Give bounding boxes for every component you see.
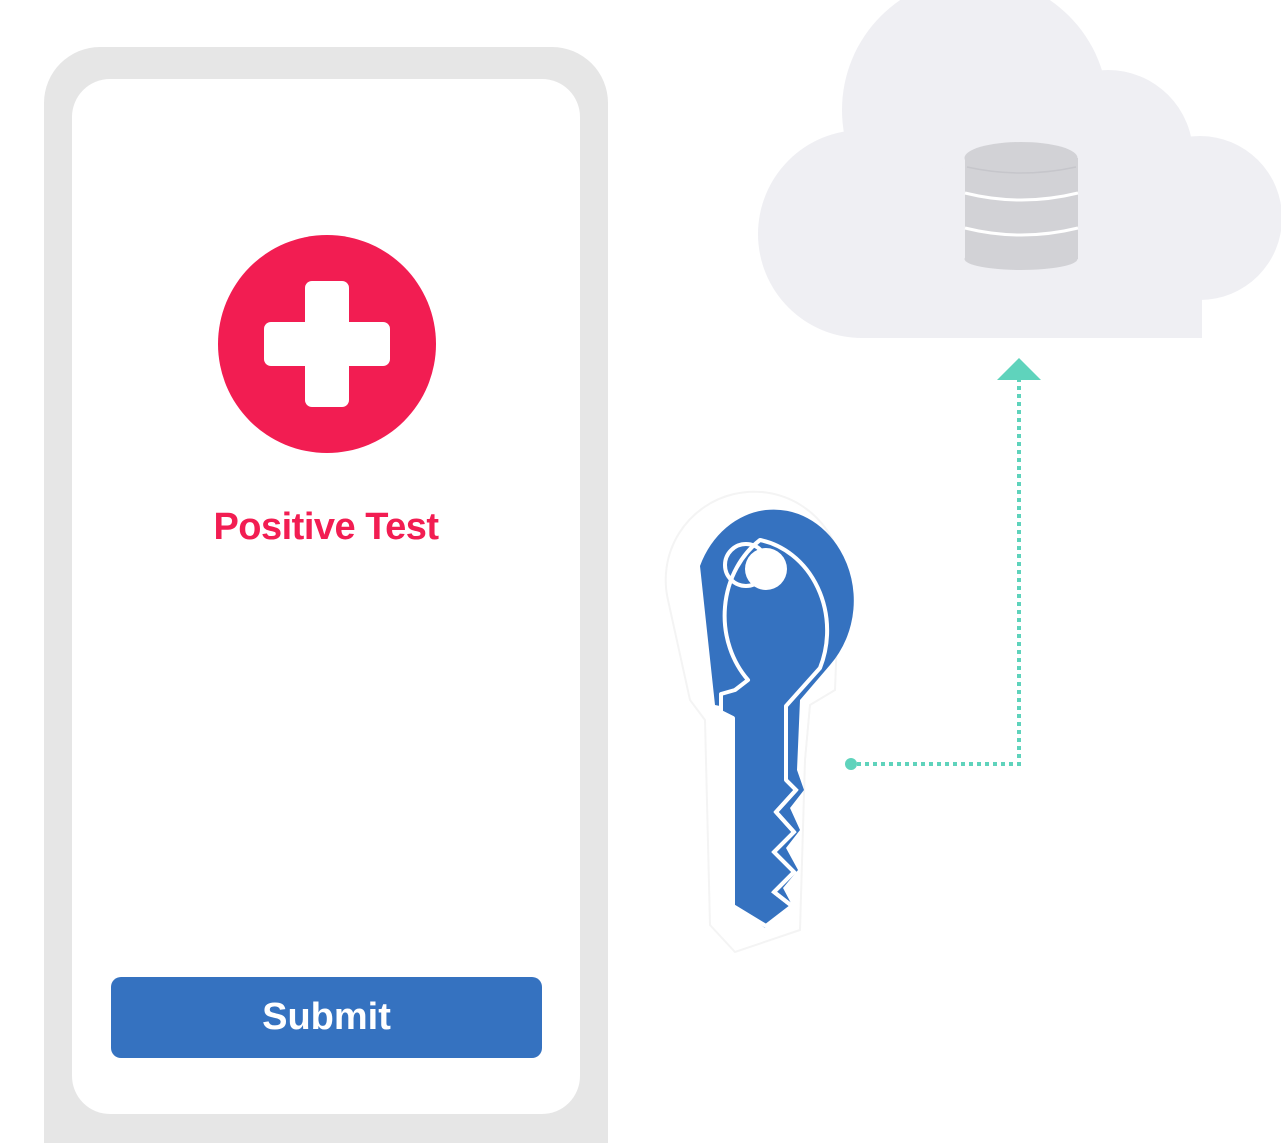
key-icon bbox=[664, 490, 854, 954]
diagram-canvas: Positive Test Submit bbox=[0, 0, 1281, 1143]
database-icon bbox=[964, 142, 1079, 270]
upload-arrow bbox=[845, 358, 1041, 770]
flow-diagram bbox=[664, 0, 1281, 954]
